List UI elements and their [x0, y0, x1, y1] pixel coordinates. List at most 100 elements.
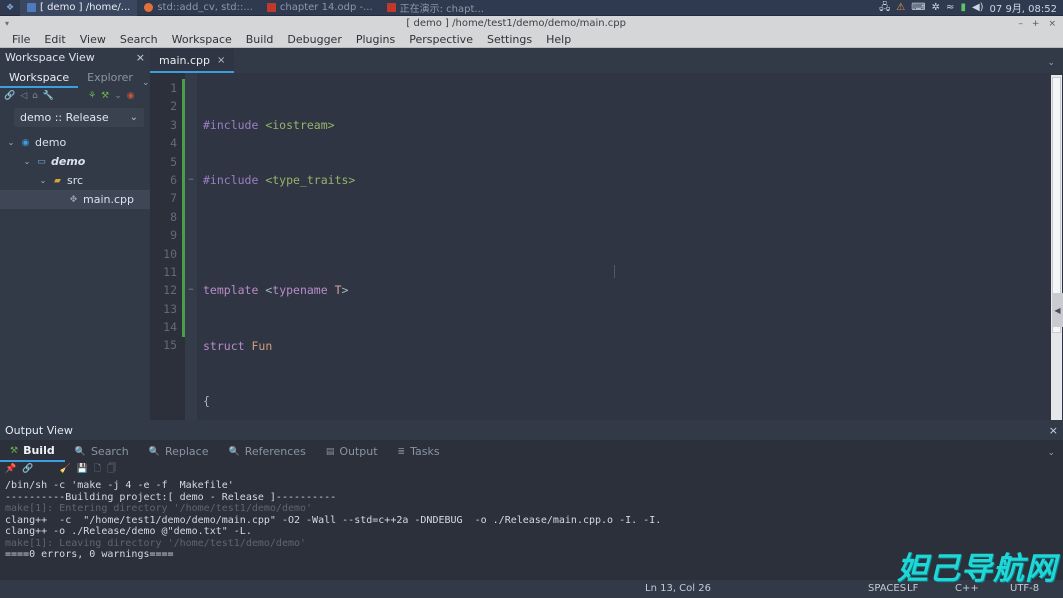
editor-vertical-scrollbar[interactable] [1051, 75, 1062, 420]
tab-build[interactable]: ⚒ Build [0, 441, 65, 462]
menu-help[interactable]: Help [539, 31, 578, 48]
build-icon[interactable]: ⚒ [101, 91, 109, 101]
project-selector[interactable]: demo :: Release ⌄ [14, 108, 144, 127]
keyboard-icon[interactable]: ⌨ [911, 2, 925, 13]
close-icon[interactable]: × [217, 55, 225, 66]
copy-all-icon[interactable]: 🗍 [107, 465, 116, 474]
menu-perspective[interactable]: Perspective [402, 31, 480, 48]
minimize-button[interactable]: – [1018, 19, 1023, 29]
line-number: 8 [170, 209, 177, 224]
taskbar-task-label: chapter 14.odp -... [279, 2, 373, 13]
pin-icon[interactable]: 📌 [5, 465, 16, 474]
save-icon[interactable]: 💾 [77, 465, 88, 474]
battery-icon[interactable]: ▮ [960, 2, 966, 13]
chevron-down-icon[interactable]: ⌄ [22, 157, 32, 166]
tab-replace[interactable]: 🔍 Replace [139, 441, 219, 462]
stop-icon[interactable]: ◉ [127, 91, 135, 101]
taskbar-task-1[interactable]: std::add_cv, std::... [137, 0, 260, 16]
code-line-2: #include <type_traits> [203, 173, 356, 188]
menu-debugger[interactable]: Debugger [280, 31, 348, 48]
panel-title: Output View [5, 423, 73, 437]
status-encoding[interactable]: UTF-8 [1010, 580, 1039, 598]
bluetooth-icon[interactable]: ✲ [932, 2, 940, 13]
line-number: 1 [170, 81, 177, 95]
tree-node-main-cpp[interactable]: ✥ main.cpp [0, 190, 150, 209]
window-menu-icon[interactable]: ▾ [0, 19, 14, 28]
project-icon: ◉ [21, 137, 30, 148]
status-line-col[interactable]: Ln 13, Col 26 [645, 580, 711, 598]
text-caret [614, 265, 615, 278]
warning-icon[interactable]: ⚠ [896, 2, 905, 13]
impress-icon [386, 3, 396, 12]
tab-workspace[interactable]: Workspace [0, 68, 79, 88]
clear-icon[interactable]: 🧹 [59, 465, 70, 474]
window-titlebar: ▾ [ demo ] /home/test1/demo/demo/main.cp… [0, 16, 1063, 31]
code-text[interactable]: #include <iostream> #include <type_trait… [197, 73, 1063, 574]
launcher-icon[interactable]: ❖ [0, 0, 20, 16]
line-number: 6 [170, 172, 177, 187]
fold-marker-line-6[interactable]: − [185, 171, 197, 189]
chevron-down-icon[interactable]: ⌄ [1047, 58, 1063, 73]
close-icon[interactable]: × [1049, 424, 1058, 437]
taskbar-task-2[interactable]: chapter 14.odp -... [260, 0, 380, 16]
link-icon[interactable]: 🔗 [22, 465, 33, 474]
output-toolbar: 📌 🔗 🧹 💾 🗋 🗍 [0, 462, 1063, 477]
taskbar-task-0[interactable]: [ demo ] /home/... [20, 0, 138, 16]
copy-icon[interactable]: 🗋 [94, 465, 101, 474]
chevron-down-icon[interactable]: ⌄ [38, 176, 48, 185]
close-icon[interactable]: × [136, 51, 145, 64]
log-line: make[1]: Leaving directory '/home/test1/… [5, 537, 307, 549]
tree-node-demo-folder[interactable]: ⌄ ▭ demo [0, 152, 150, 171]
tree-node-label: demo [51, 155, 86, 168]
code-folding-gutter[interactable]: − − [185, 73, 197, 420]
menu-edit[interactable]: Edit [37, 31, 72, 48]
code-editor[interactable]: 1 2 3 4 5 6 7 8 9 10 11 12 13 14 15 − − … [150, 73, 1063, 574]
tab-search[interactable]: 🔍 Search [65, 441, 139, 462]
menu-workspace[interactable]: Workspace [165, 31, 239, 48]
replace-icon: 🔍 [148, 446, 160, 457]
tree-node-demo-project[interactable]: ⌄ ◉ demo [0, 133, 150, 152]
tab-references[interactable]: 🔍 References [218, 441, 315, 462]
taskbar-task-3[interactable]: 正在演示: chapt... [380, 0, 491, 16]
send-icon[interactable]: ◁ [20, 91, 27, 101]
close-button[interactable]: × [1048, 19, 1056, 29]
log-line: clang++ -o ./Release/demo @"demo.txt" -L… [5, 526, 252, 537]
tab-tasks[interactable]: ≣ Tasks [388, 441, 450, 462]
editor-tab-main-cpp[interactable]: main.cpp × [150, 49, 235, 73]
menu-settings[interactable]: Settings [480, 31, 539, 48]
home-icon[interactable]: ⌂ [32, 91, 38, 101]
status-eol-mode[interactable]: LF [907, 580, 918, 598]
tab-output[interactable]: ▤ Output [316, 441, 388, 462]
chevron-down-icon[interactable]: ⌄ [1047, 448, 1063, 462]
system-tray: 🖧 ⚠ ⌨ ✲ ≈ ▮ ◀) 07 9月, 08:52 [879, 0, 1063, 15]
menu-file[interactable]: File [5, 31, 37, 48]
network-icon[interactable]: 🖧 [879, 2, 890, 13]
wrench-icon[interactable]: 🔧 [43, 91, 54, 101]
menu-build[interactable]: Build [239, 31, 281, 48]
output-view-header: Output View × [0, 420, 1063, 440]
menu-view[interactable]: View [73, 31, 113, 48]
volume-icon[interactable]: ◀) [972, 2, 984, 13]
menu-plugins[interactable]: Plugins [349, 31, 402, 48]
tab-explorer[interactable]: Explorer [78, 68, 142, 88]
link-icon[interactable]: 🔗 [4, 91, 15, 101]
chevron-down-icon[interactable]: ⌄ [6, 138, 16, 147]
line-number: 12 [163, 283, 177, 298]
code-line-4: template <typename T> [203, 283, 349, 298]
run-icon[interactable]: ⚘ [88, 91, 96, 101]
status-indent-mode[interactable]: SPACES [868, 580, 906, 598]
collapse-panel-arrow-icon[interactable]: ◀ [1052, 293, 1063, 327]
status-language[interactable]: C++ [955, 580, 979, 598]
chevron-down-icon[interactable]: ⌄ [114, 91, 122, 101]
folder-icon: ▭ [37, 156, 46, 167]
line-number: 10 [163, 246, 177, 261]
tree-node-src[interactable]: ⌄ ▰ src [0, 171, 150, 190]
fold-marker-line-12[interactable]: − [185, 281, 197, 299]
menu-search[interactable]: Search [113, 31, 165, 48]
panel-title: Workspace View [5, 51, 95, 64]
editor-tab-label: main.cpp [159, 53, 210, 67]
code-line-5: struct Fun [203, 338, 273, 353]
clock[interactable]: 07 9月, 08:52 [990, 0, 1057, 15]
maximize-button[interactable]: + [1032, 19, 1040, 29]
wifi-icon[interactable]: ≈ [946, 2, 954, 13]
